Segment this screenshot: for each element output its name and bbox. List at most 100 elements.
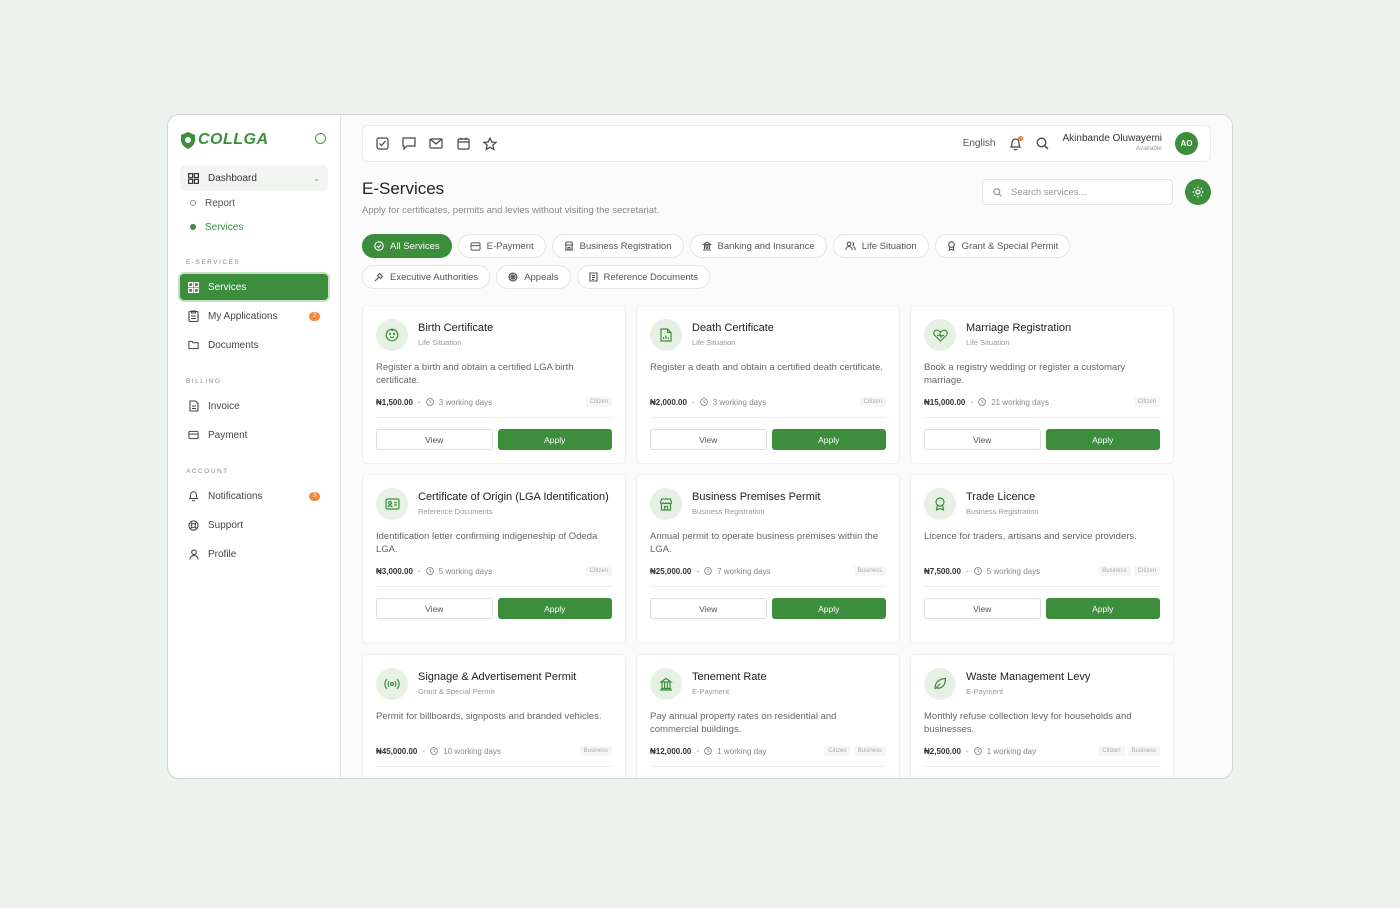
star-icon[interactable] — [483, 136, 497, 151]
view-button[interactable]: View — [924, 598, 1041, 619]
chip-label: Executive Authorities — [390, 271, 479, 283]
filter-chip-reference-documents[interactable]: Reference Documents — [576, 265, 711, 289]
search-input[interactable]: Search services... — [982, 179, 1173, 205]
bell-icon[interactable] — [1009, 135, 1023, 151]
sidebar-item-notifications[interactable]: Notifications 3 — [180, 483, 328, 509]
service-duration: 1 working day — [717, 746, 767, 756]
gear-icon — [1192, 186, 1204, 198]
sidebar-section-title: BILLING — [186, 378, 222, 385]
service-description: Permit for billboards, signposts and bra… — [376, 711, 602, 722]
award-icon — [924, 488, 956, 520]
sidebar-toggle-icon[interactable] — [315, 133, 326, 144]
chip-label: Banking and Insurance — [717, 240, 815, 252]
service-description: Licence for traders, artisans and servic… — [924, 531, 1137, 542]
file-icon — [188, 400, 199, 412]
service-title: Certificate of Origin (LGA Identificatio… — [418, 491, 609, 503]
user-name: Akinbande Oluwayemi — [1062, 133, 1163, 145]
sidebar-item-payment[interactable]: Payment — [180, 422, 328, 448]
checkbox-icon[interactable] — [375, 137, 389, 151]
brand-logo[interactable]: COLLGA — [181, 129, 328, 151]
broadcast-icon — [376, 668, 408, 700]
filter-chip-grant-special-permit[interactable]: Grant & Special Permit — [934, 234, 1071, 258]
clock-icon — [430, 747, 439, 755]
apply-button[interactable]: Apply — [772, 778, 887, 779]
sidebar-subitem-report[interactable]: Report — [180, 191, 328, 215]
apply-button[interactable]: Apply — [771, 598, 886, 619]
chat-icon[interactable] — [402, 137, 416, 151]
separator-dot: • — [696, 746, 700, 756]
user-info[interactable]: Akinbande Oluwayemi Available — [1063, 134, 1163, 153]
sidebar-section-title: E-SERVICES — [186, 259, 241, 266]
separator-dot: • — [417, 397, 421, 407]
sidebar-item-profile[interactable]: Profile — [180, 541, 328, 567]
apply-button[interactable]: Apply — [1045, 429, 1160, 450]
check-circle-icon — [374, 241, 384, 251]
sidebar-item-documents[interactable]: Documents — [180, 332, 328, 358]
chip-label: Grant & Special Permit — [961, 240, 1059, 252]
view-button[interactable]: View — [376, 778, 493, 779]
view-button[interactable]: View — [650, 778, 767, 779]
sidebar-item-label: Notifications — [208, 490, 263, 502]
calendar-icon[interactable] — [456, 137, 470, 151]
view-button[interactable]: View — [650, 598, 767, 619]
sidebar-item-services[interactable]: Services — [180, 274, 328, 300]
view-button[interactable]: View — [924, 778, 1041, 779]
clock-icon — [973, 747, 982, 755]
apply-button[interactable]: Apply — [1046, 778, 1161, 779]
sidebar-item-my-applications[interactable]: My Applications 2 — [180, 303, 328, 329]
audience-tag: Business — [1127, 746, 1160, 756]
service-description: Annual permit to operate business premis… — [650, 531, 879, 555]
apply-button[interactable]: Apply — [1045, 598, 1160, 619]
filter-chip-executive-authorities[interactable]: Executive Authorities — [362, 265, 491, 289]
id-card-icon — [376, 488, 408, 520]
service-price: ₦2,500.00 — [924, 746, 961, 756]
filter-chip-life-situation[interactable]: Life Situation — [832, 234, 929, 258]
service-description: Identification letter confirming indigen… — [376, 531, 598, 555]
audience-tag: Citizen — [585, 566, 612, 576]
filter-chip-appeals[interactable]: Appeals — [496, 265, 571, 289]
sidebar-item-invoice[interactable]: Invoice — [180, 393, 328, 419]
service-card: Business Premises Permit Business Registr… — [636, 474, 900, 644]
search-icon[interactable] — [1036, 137, 1050, 151]
service-card: Death Certificate Life Situation Register … — [636, 305, 900, 464]
filter-chip-banking-and-insurance[interactable]: Banking and Insurance — [689, 234, 827, 258]
apply-button[interactable]: Apply — [497, 598, 612, 619]
service-title: Waste Management Levy — [966, 671, 1091, 683]
filter-chip-e-payment[interactable]: E-Payment — [457, 234, 546, 258]
audience-tag: Citizen — [1133, 397, 1160, 407]
baby-icon — [376, 319, 408, 351]
sidebar-item-dashboard[interactable]: Dashboard ⌄ — [180, 165, 328, 191]
view-button[interactable]: View — [376, 429, 493, 450]
divider — [924, 586, 1160, 587]
separator-dot: • — [696, 566, 700, 576]
sidebar-item-support[interactable]: Support — [180, 512, 328, 538]
sidebar-item-label: Invoice — [208, 400, 240, 412]
count-badge: 3 — [309, 491, 320, 501]
service-description: Monthly refuse collection levy for house… — [924, 711, 1132, 735]
mail-icon[interactable] — [429, 137, 443, 151]
view-button[interactable]: View — [376, 598, 493, 619]
audience-tag: Business — [1098, 566, 1131, 576]
view-button[interactable]: View — [650, 429, 767, 450]
audience-tag: Business — [853, 746, 886, 756]
settings-button[interactable] — [1185, 179, 1211, 205]
sidebar-subitem-services[interactable]: Services — [180, 215, 328, 239]
view-button[interactable]: View — [924, 429, 1041, 450]
avatar[interactable]: AO — [1175, 132, 1198, 155]
clipboard-icon — [188, 310, 199, 322]
filter-chip-business-registration[interactable]: Business Registration — [551, 234, 684, 258]
apply-button[interactable]: Apply — [771, 429, 886, 450]
top-bar: English Akinbande Oluwayemi Available AO — [362, 125, 1211, 162]
chip-label: Life Situation — [861, 240, 917, 252]
language-selector[interactable]: English — [963, 138, 996, 149]
separator-dot: • — [965, 566, 969, 576]
apply-button[interactable]: Apply — [498, 778, 613, 779]
service-category: E-Payment — [966, 687, 1004, 696]
heart-icon — [924, 319, 956, 351]
filter-chip-all-services[interactable]: All Services — [362, 234, 452, 258]
service-category: Life Situation — [692, 338, 736, 347]
separator-dot: • — [422, 746, 426, 756]
apply-button[interactable]: Apply — [497, 429, 612, 450]
search-icon — [993, 187, 1002, 197]
service-title: Trade Licence — [966, 491, 1036, 503]
